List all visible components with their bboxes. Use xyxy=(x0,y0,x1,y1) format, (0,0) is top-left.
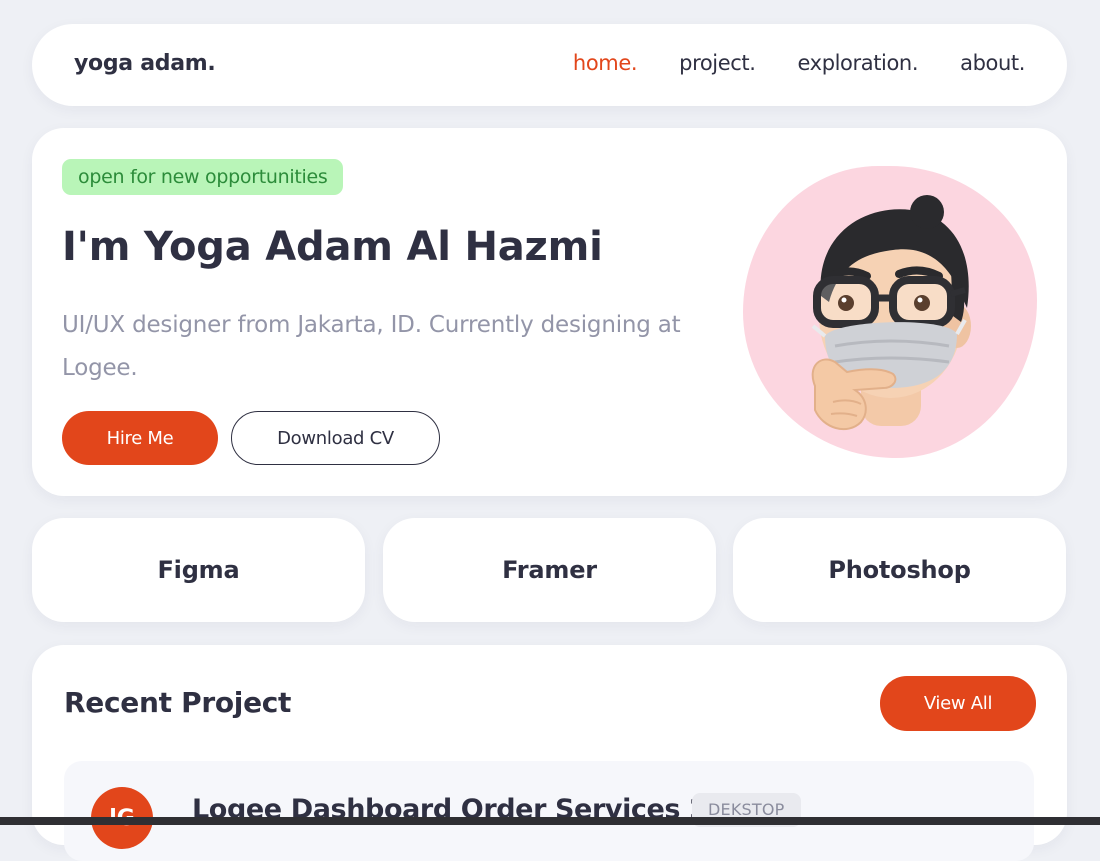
view-all-button[interactable]: View All xyxy=(880,676,1036,731)
nav-link-home[interactable]: home. xyxy=(573,51,638,75)
project-list-item[interactable]: lG Logee Dashboard Order Services 2.0 DE… xyxy=(64,761,1034,861)
download-cv-button[interactable]: Download CV xyxy=(231,411,440,465)
tool-label: Figma xyxy=(157,556,240,584)
tool-card-figma: Figma xyxy=(32,518,365,622)
top-navigation: yoga adam. home. project. exploration. a… xyxy=(32,24,1067,106)
tool-card-photoshop: Photoshop xyxy=(733,518,1066,622)
hero-title: I'm Yoga Adam Al Hazmi xyxy=(62,224,603,270)
avatar xyxy=(743,166,1037,458)
memoji-avatar-icon xyxy=(811,195,971,431)
nav-link-project[interactable]: project. xyxy=(679,51,756,75)
nav-links: home. project. exploration. about. xyxy=(573,51,1025,75)
nav-link-exploration[interactable]: exploration. xyxy=(798,51,919,75)
hero-subtitle: UI/UX designer from Jakarta, ID. Current… xyxy=(62,312,681,381)
nav-link-about[interactable]: about. xyxy=(960,51,1025,75)
section-title: Recent Project xyxy=(64,686,292,719)
tool-label: Framer xyxy=(502,556,597,584)
hire-me-button[interactable]: Hire Me xyxy=(62,411,218,465)
hero-card: open for new opportunities I'm Yoga Adam… xyxy=(32,128,1067,496)
availability-badge: open for new opportunities xyxy=(62,159,344,195)
tool-label: Photoshop xyxy=(828,556,971,584)
tool-card-framer: Framer xyxy=(383,518,716,622)
recent-project-section: Recent Project View All lG Logee Dashboa… xyxy=(32,645,1067,861)
window-bottom-bar xyxy=(0,817,1100,825)
site-logo[interactable]: yoga adam. xyxy=(74,51,216,76)
